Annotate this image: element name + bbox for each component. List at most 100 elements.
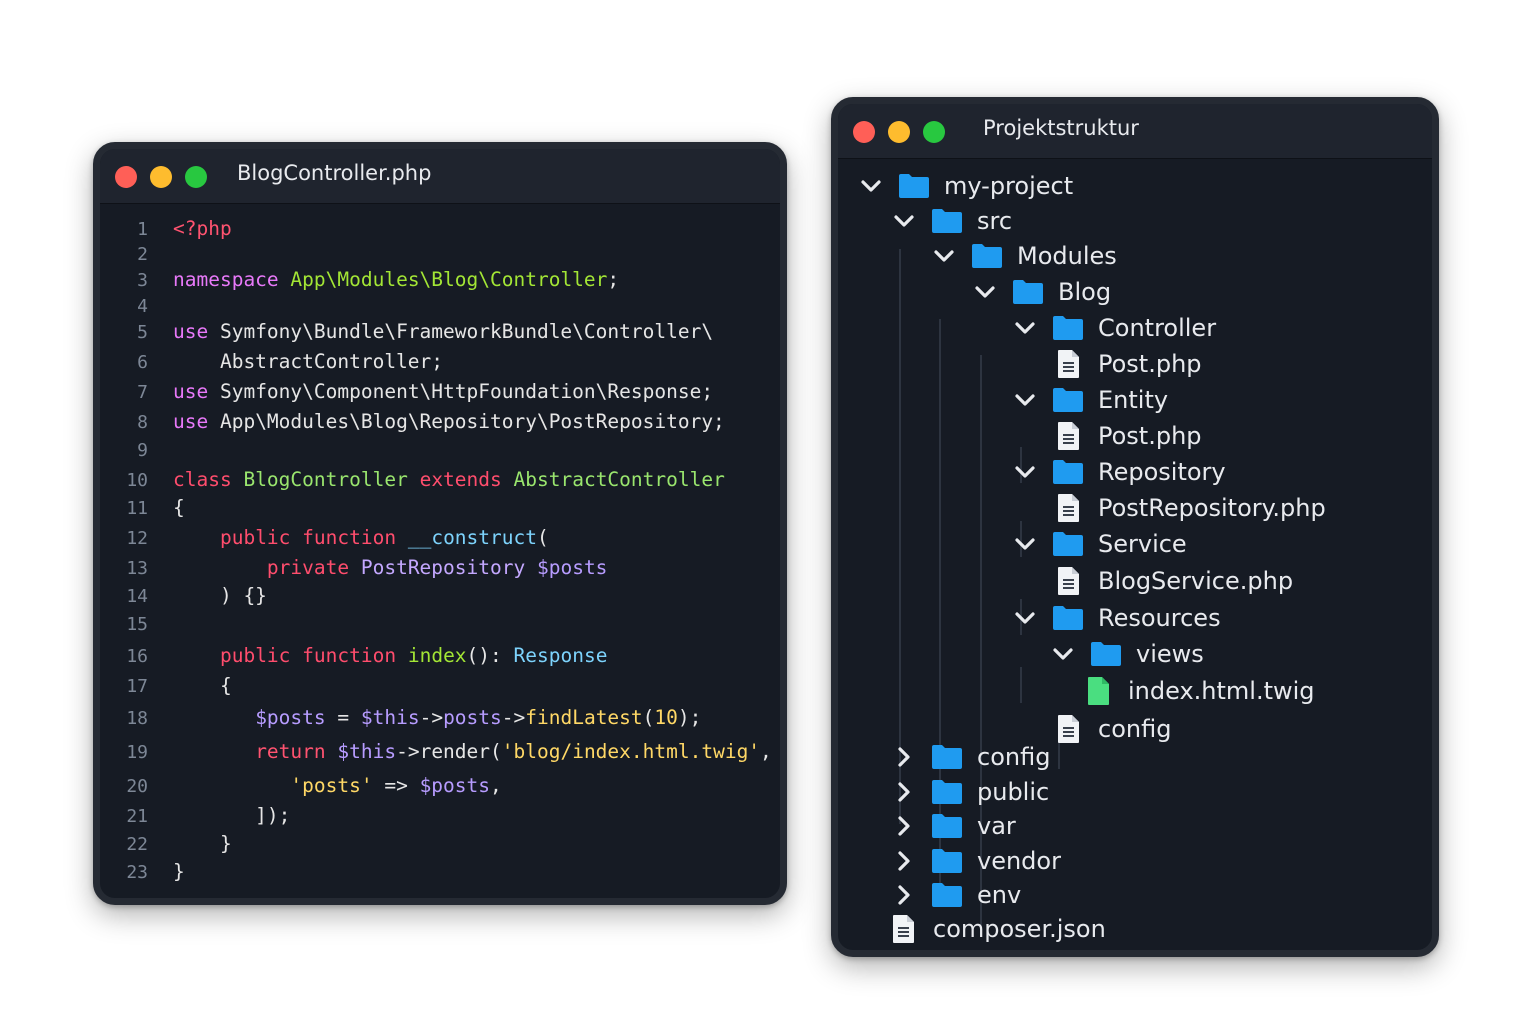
tree-folder-item[interactable]: src: [891, 204, 1012, 238]
code-editor-body[interactable]: 1 2 3 4 5 6 7 8 9 10 11 12 13 14 15 16 17 18 19 20 21 22 23 <?p…: [100, 204, 780, 898]
code-token: ) {}: [173, 584, 267, 607]
code-window-titlebar: BlogController.php: [100, 149, 780, 204]
minimize-button[interactable]: [150, 166, 172, 188]
tree-folder-item[interactable]: Service: [1012, 527, 1187, 561]
line-number: 10: [126, 470, 148, 491]
maximize-button[interactable]: [185, 166, 207, 188]
tree-folder-item[interactable]: Resources: [1012, 601, 1221, 635]
chevron-down-icon[interactable]: [858, 173, 884, 199]
close-button[interactable]: [115, 166, 137, 188]
code-token: return: [255, 740, 326, 763]
chevron-down-icon[interactable]: [972, 279, 998, 305]
chevron-down-icon[interactable]: [1012, 315, 1038, 341]
code-line: <?php: [173, 217, 232, 240]
chevron-down-icon[interactable]: [1012, 531, 1038, 557]
tree-folder-item[interactable]: Controller: [1012, 311, 1216, 345]
code-token: $posts: [536, 556, 608, 579]
tree-folder-item[interactable]: my-project: [858, 169, 1073, 203]
line-number: 21: [126, 806, 148, 827]
code-token: Symfony\Bundle\FrameworkBundle\Controlle…: [208, 320, 714, 343]
code-token: 'posts': [290, 774, 373, 797]
tree-guide-line: [1020, 667, 1022, 703]
folder-icon: [932, 814, 962, 838]
tree-item-label: src: [977, 207, 1013, 235]
tree-folder-item[interactable]: Blog: [972, 275, 1111, 309]
code-line: private PostRepository $posts: [173, 556, 608, 579]
tree-file-item[interactable]: Post.php: [1056, 347, 1202, 381]
tree-folder-item[interactable]: public: [891, 775, 1049, 809]
chevron-right-icon[interactable]: [891, 779, 917, 805]
folder-icon: [1091, 642, 1121, 666]
code-token: 10: [654, 706, 678, 729]
code-token: );: [677, 706, 702, 729]
tree-folder-item[interactable]: var: [891, 809, 1016, 843]
chevron-right-icon[interactable]: [891, 848, 917, 874]
folder-icon: [1053, 316, 1083, 340]
tree-folder-item[interactable]: views: [1050, 637, 1204, 671]
code-token: =>: [372, 774, 420, 797]
tree-item-label: vendor: [977, 847, 1061, 875]
tree-folder-item[interactable]: Entity: [1012, 383, 1168, 417]
chevron-down-icon[interactable]: [1050, 641, 1076, 667]
folder-icon: [972, 244, 1002, 268]
code-token: public: [219, 526, 291, 549]
chevron-right-icon[interactable]: [891, 813, 917, 839]
chevron-right-icon[interactable]: [891, 882, 917, 908]
code-line: use Symfony\Bundle\FrameworkBundle\Contr…: [173, 320, 713, 343]
tree-file-item[interactable]: index.html.twig: [1086, 674, 1315, 708]
tree-file-item[interactable]: composer.json: [891, 912, 1106, 946]
line-number: 9: [137, 440, 148, 461]
tree-file-item[interactable]: config: [1056, 712, 1171, 746]
chevron-down-icon[interactable]: [1012, 605, 1038, 631]
tree-item-label: Controller: [1098, 314, 1217, 342]
minimize-button[interactable]: [888, 121, 910, 143]
code-line: use Symfony\Component\HttpFoundation\Res…: [173, 380, 713, 403]
code-line: namespace App\Modules\Blog\Controller;: [173, 268, 619, 291]
code-token: (: [536, 526, 549, 549]
code-line: use App\Modules\Blog\Repository\PostRepo…: [173, 410, 725, 433]
chevron-right-icon[interactable]: [891, 744, 917, 770]
code-line: {: [173, 496, 185, 519]
tree-folder-item[interactable]: Repository: [1012, 455, 1226, 489]
twig-file-icon: [1088, 677, 1109, 705]
file-icon: [1058, 715, 1079, 743]
folder-icon: [1053, 388, 1083, 412]
code-editor-window: BlogController.php 1 2 3 4 5 6 7 8 9 10 11 12 13 14 15…: [93, 142, 787, 905]
code-line: ) {}: [173, 584, 267, 607]
line-number: 4: [137, 296, 148, 317]
tree-item-label: composer.json: [933, 915, 1106, 943]
line-number: 12: [126, 528, 148, 549]
chevron-down-icon[interactable]: [1012, 387, 1038, 413]
code-token: App\Modules\Blog\Controller: [290, 268, 608, 291]
code-token: BlogController: [243, 468, 408, 491]
chevron-down-icon[interactable]: [1012, 459, 1038, 485]
tree-folder-item[interactable]: Modules: [931, 239, 1117, 273]
code-token: $posts: [419, 774, 491, 797]
code-token: }: [173, 860, 185, 883]
tree-file-item[interactable]: BlogService.php: [1056, 564, 1293, 598]
code-line: $posts = $this->posts->findLatest(10);: [173, 706, 701, 729]
folder-icon: [1013, 280, 1043, 304]
chevron-down-icon[interactable]: [891, 208, 917, 234]
close-button[interactable]: [853, 121, 875, 143]
project-tree-window: Projektstruktur my-project src Modules Blog…: [831, 97, 1439, 957]
tree-folder-item[interactable]: env: [891, 878, 1021, 912]
chevron-down-icon[interactable]: [931, 243, 957, 269]
code-token: index: [407, 644, 467, 667]
code-line: return $this->render('blog/index.html.tw…: [173, 740, 780, 763]
tree-file-item[interactable]: Post.php: [1056, 419, 1202, 453]
code-token: $this: [360, 706, 420, 729]
maximize-button[interactable]: [923, 121, 945, 143]
tree-folder-item[interactable]: vendor: [891, 844, 1061, 878]
tree-file-item[interactable]: PostRepository.php: [1056, 491, 1326, 525]
tree-folder-item[interactable]: config: [891, 740, 1050, 774]
